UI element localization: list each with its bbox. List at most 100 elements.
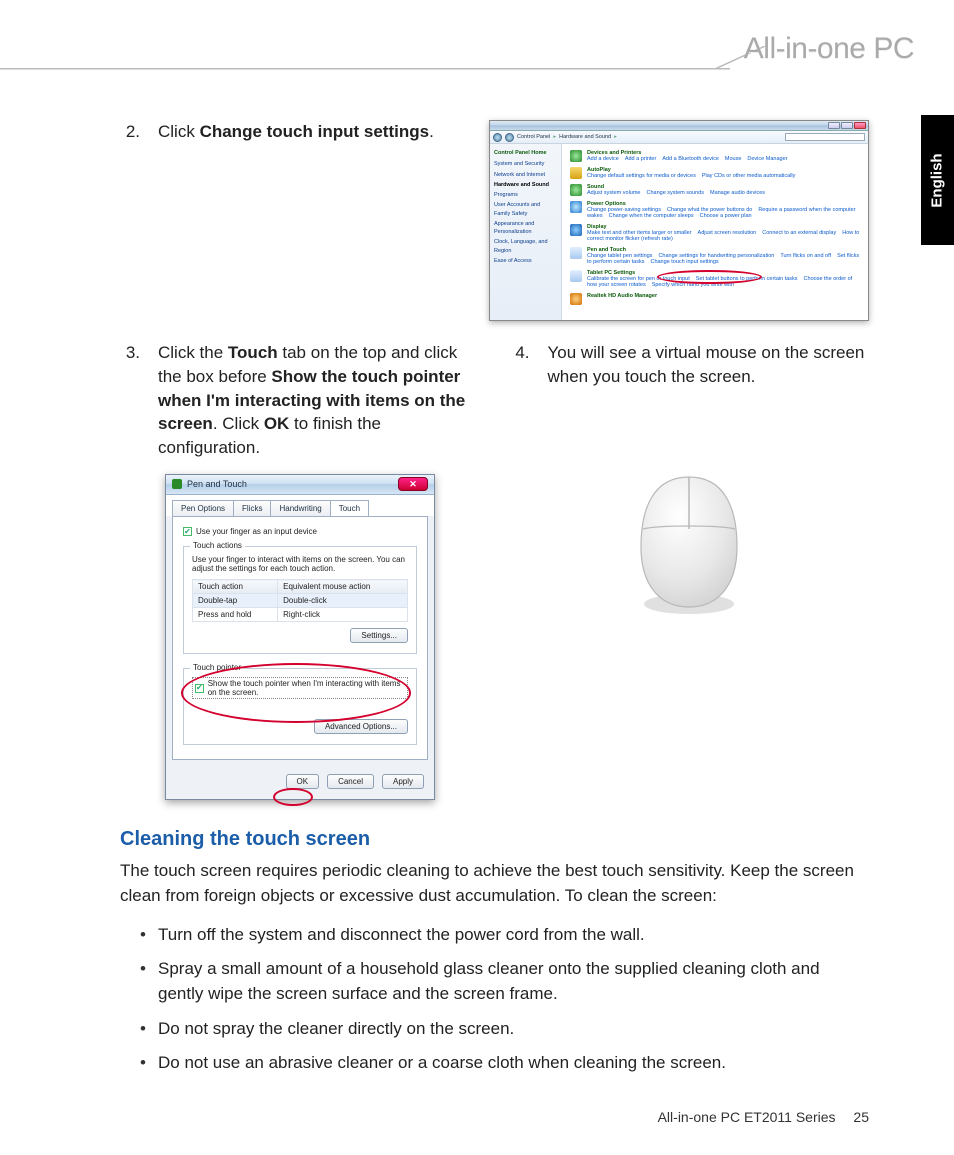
tab-pen-options[interactable]: Pen Options bbox=[172, 500, 234, 516]
language-tab: English bbox=[921, 115, 954, 245]
chevron-right-icon: ▸ bbox=[553, 134, 556, 140]
page-content: 2. Click Change touch input settings. bbox=[120, 120, 869, 1086]
list-item: Do not spray the cleaner directly on the… bbox=[140, 1017, 869, 1042]
link[interactable]: Add a Bluetooth device bbox=[662, 156, 719, 162]
category: Pen and TouchChange tablet pen settingsC… bbox=[570, 247, 860, 265]
category-links: Change default settings for media or dev… bbox=[587, 173, 860, 179]
chevron-right-icon: ▸ bbox=[614, 134, 617, 140]
link[interactable]: Play CDs or other media automatically bbox=[702, 173, 796, 179]
sidebar-item[interactable]: System and Security bbox=[494, 160, 557, 168]
list-item: Do not use an abrasive cleaner or a coar… bbox=[140, 1051, 869, 1076]
category-links: Adjust system volume Change system sounds… bbox=[587, 190, 860, 196]
nav-back-icon[interactable] bbox=[493, 133, 502, 142]
page-number: 25 bbox=[853, 1109, 869, 1125]
table-row[interactable]: Double-tapDouble-click bbox=[193, 594, 408, 608]
step-number: 2. bbox=[120, 120, 140, 144]
link[interactable]: Choose a power plan bbox=[700, 213, 752, 219]
close-button[interactable]: ✕ bbox=[398, 477, 428, 491]
sidebar-header[interactable]: Control Panel Home bbox=[494, 149, 557, 157]
search-input[interactable] bbox=[785, 133, 865, 141]
bullet-list: Turn off the system and disconnect the p… bbox=[140, 923, 869, 1076]
table-header[interactable]: Touch action bbox=[193, 580, 278, 594]
checkbox-label: Use your finger as an input device bbox=[196, 527, 317, 536]
category-links: Make text and other items larger or smal… bbox=[587, 230, 860, 242]
settings-button[interactable]: Settings... bbox=[350, 628, 408, 643]
step-2: 2. Click Change touch input settings. bbox=[120, 120, 459, 144]
tab-flicks[interactable]: Flicks bbox=[233, 500, 271, 516]
sidebar-item[interactable]: Programs bbox=[494, 191, 557, 199]
link[interactable]: Adjust system volume bbox=[587, 190, 641, 196]
checkbox-use-finger[interactable]: ✔ Use your finger as an input device bbox=[183, 527, 317, 536]
list-item: Spray a small amount of a household glas… bbox=[140, 957, 869, 1006]
link[interactable]: Connect to an external display bbox=[762, 230, 836, 236]
link[interactable]: Change system sounds bbox=[647, 190, 704, 196]
step-body: Click the Touch tab on the top and click… bbox=[158, 341, 480, 460]
category: SoundAdjust system volumeChange system s… bbox=[570, 184, 860, 196]
step-number: 3. bbox=[120, 341, 140, 460]
category-icon bbox=[570, 247, 582, 259]
nav-bar: Control Panel ▸ Hardware and Sound ▸ bbox=[490, 131, 868, 144]
category-links: Change power-saving settingsChange what … bbox=[587, 207, 860, 219]
groupbox-text: Use your finger to interact with items o… bbox=[192, 555, 408, 573]
sidebar-item-active[interactable]: Hardware and Sound bbox=[494, 181, 557, 189]
link[interactable]: Add a printer bbox=[625, 156, 657, 162]
language-label: English bbox=[929, 153, 946, 207]
mouse-icon bbox=[629, 469, 749, 619]
link[interactable]: Change touch input settings bbox=[650, 259, 718, 265]
breadcrumb[interactable]: Control Panel bbox=[517, 134, 550, 140]
sidebar: Control Panel Home System and Security N… bbox=[490, 144, 562, 320]
groupbox-touch-actions: Touch actions Use your finger to interac… bbox=[183, 546, 417, 654]
category: Power OptionsChange power-saving setting… bbox=[570, 201, 860, 219]
touch-actions-table: Touch actionEquivalent mouse action Doub… bbox=[192, 579, 408, 622]
link[interactable]: Adjust screen resolution bbox=[698, 230, 757, 236]
category-icon bbox=[570, 224, 582, 236]
minimize-button[interactable] bbox=[828, 122, 840, 129]
page-header-title: All-in-one PC bbox=[744, 32, 914, 66]
link[interactable]: Turn flicks on and off bbox=[780, 253, 831, 259]
apply-button[interactable]: Apply bbox=[382, 774, 424, 789]
close-button[interactable] bbox=[854, 122, 866, 129]
breadcrumb[interactable]: Hardware and Sound bbox=[559, 134, 611, 140]
main-panel: Devices and PrintersAdd a deviceAdd a pr… bbox=[562, 144, 868, 320]
tab-pane: ✔ Use your finger as an input device Tou… bbox=[172, 516, 428, 761]
section-heading: Cleaning the touch screen bbox=[120, 828, 869, 851]
sidebar-item[interactable]: Clock, Language, and Region bbox=[494, 238, 557, 255]
step-body: Click Change touch input settings. bbox=[158, 120, 459, 144]
sidebar-item[interactable]: Appearance and Personalization bbox=[494, 220, 557, 237]
table-row[interactable]: Press and holdRight-click bbox=[193, 608, 408, 622]
category-title[interactable]: Realtek HD Audio Manager bbox=[587, 293, 860, 299]
category: AutoPlayChange default settings for medi… bbox=[570, 167, 860, 179]
annotation-circle bbox=[273, 788, 313, 806]
link[interactable]: Manage audio devices bbox=[710, 190, 765, 196]
sidebar-item[interactable]: User Accounts and Family Safety bbox=[494, 201, 557, 218]
step-3: 3. Click the Touch tab on the top and cl… bbox=[120, 341, 480, 460]
section-intro: The touch screen requires periodic clean… bbox=[120, 859, 869, 908]
sidebar-item[interactable]: Ease of Access bbox=[494, 257, 557, 265]
nav-forward-icon[interactable] bbox=[505, 133, 514, 142]
list-item: Turn off the system and disconnect the p… bbox=[140, 923, 869, 948]
step-body: You will see a virtual mouse on the scre… bbox=[548, 341, 870, 389]
step-4: 4. You will see a virtual mouse on the s… bbox=[510, 341, 870, 389]
link[interactable]: Change default settings for media or dev… bbox=[587, 173, 696, 179]
category-links: Add a device Add a printer Add a Bluetooth… bbox=[587, 156, 860, 162]
table-header[interactable]: Equivalent mouse action bbox=[278, 580, 408, 594]
step-number: 4. bbox=[510, 341, 530, 389]
tab-handwriting[interactable]: Handwriting bbox=[270, 500, 330, 516]
category-icon bbox=[570, 293, 582, 305]
app-icon bbox=[172, 479, 182, 489]
sidebar-item[interactable]: Network and Internet bbox=[494, 171, 557, 179]
page-footer: All-in-one PC ET2011 Series 25 bbox=[658, 1109, 869, 1125]
category-icon bbox=[570, 270, 582, 282]
category-icon bbox=[570, 167, 582, 179]
cancel-button[interactable]: Cancel bbox=[327, 774, 374, 789]
link[interactable]: Mouse bbox=[725, 156, 742, 162]
link[interactable]: Add a device bbox=[587, 156, 619, 162]
tab-strip: Pen Options Flicks Handwriting Touch bbox=[166, 495, 434, 516]
category-links: Change tablet pen settingsChange setting… bbox=[587, 253, 860, 265]
maximize-button[interactable] bbox=[841, 122, 853, 129]
link[interactable]: Device Manager bbox=[747, 156, 787, 162]
control-panel-screenshot: Control Panel ▸ Hardware and Sound ▸ Con… bbox=[489, 120, 869, 321]
link[interactable]: Change when the computer sleeps bbox=[609, 213, 694, 219]
tab-touch[interactable]: Touch bbox=[330, 500, 369, 516]
groupbox-legend: Touch actions bbox=[190, 541, 245, 550]
